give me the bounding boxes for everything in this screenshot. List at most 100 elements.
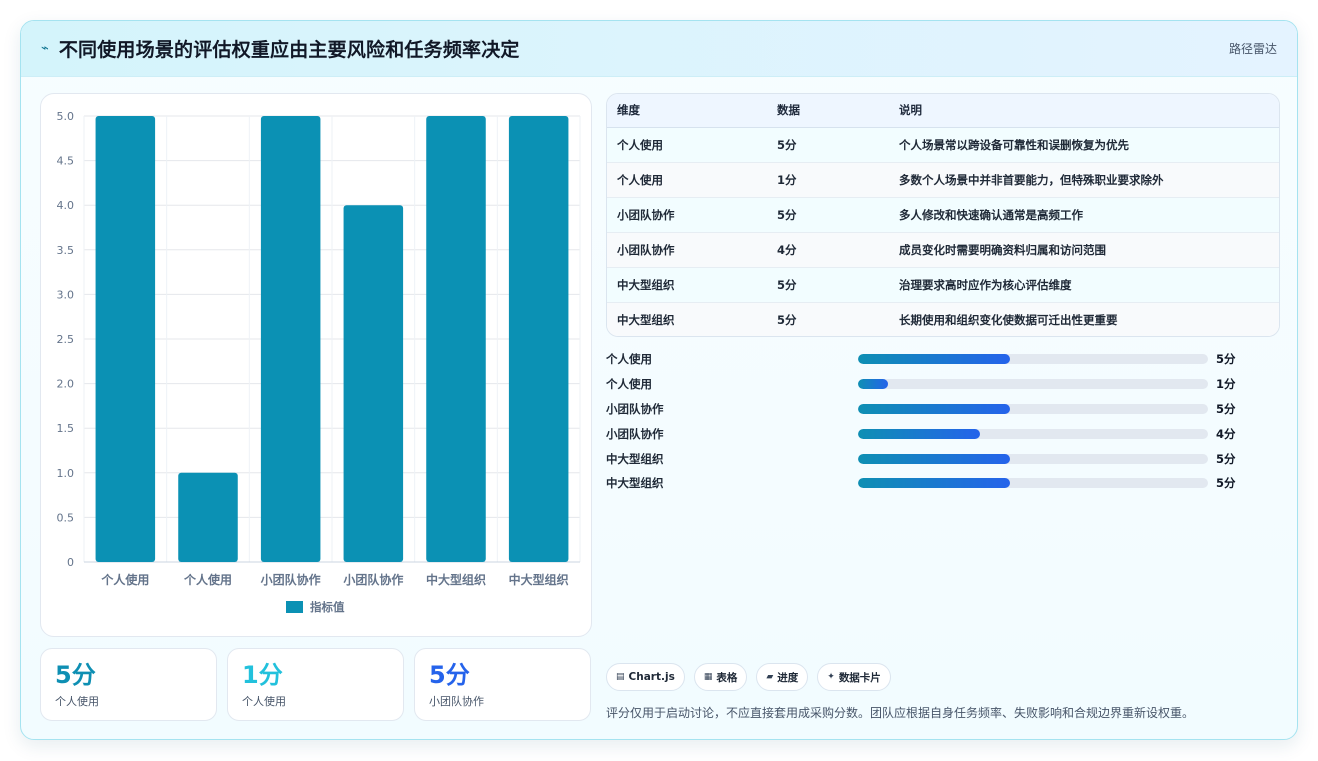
- x-tick-label: 小团队协作: [261, 572, 321, 587]
- table-cell: 4分: [767, 232, 889, 268]
- kpi-label: 小团队协作: [429, 695, 484, 708]
- chip-data-cards[interactable]: ✦ 数据卡片: [817, 663, 891, 691]
- table-cell: 多数个人场景中并非首要能力，但特殊职业要求除外: [889, 162, 1279, 198]
- header-tag: 路径雷达: [1228, 42, 1277, 56]
- y-tick-label: 0.5: [57, 511, 75, 524]
- y-tick-label: 2.0: [57, 378, 75, 391]
- legend-swatch: [286, 601, 303, 613]
- kpi-card: 5分 小团队协作: [414, 648, 591, 721]
- y-tick-label: 3.5: [57, 244, 75, 257]
- table-row: 小团队协作 4分 成员变化时需要明确资料归属和访问范围: [607, 232, 1279, 268]
- table-cell: 5分: [767, 197, 889, 233]
- progress-label: 个人使用: [606, 352, 652, 367]
- y-tick-label: 2.5: [57, 333, 75, 346]
- kpi-value: 5分: [429, 661, 470, 689]
- table-row: 个人使用 1分 多数个人场景中并非首要能力，但特殊职业要求除外: [607, 162, 1279, 198]
- y-tick-label: 1.5: [57, 422, 75, 435]
- footnote: 评分仅用于启动讨论，不应直接套用成采购分数。团队应根据自身任务频率、失败影响和合…: [606, 706, 1195, 720]
- progress-row: 个人使用 5分: [606, 347, 1280, 372]
- bar[interactable]: [260, 116, 321, 562]
- progress-list: 个人使用 5分 个人使用 1分 小团队协作 5分 小团队协作 4分 中大型组织 5分 中大型组织 5分: [606, 347, 1280, 496]
- table-header-data: 数据: [767, 94, 889, 128]
- progress-track: [858, 403, 1208, 414]
- progress-label: 个人使用: [606, 377, 652, 392]
- progress-score: 5分: [1216, 451, 1236, 466]
- table-cell: 5分: [767, 127, 889, 163]
- kpi-value: 1分: [242, 661, 283, 689]
- bar[interactable]: [508, 116, 569, 562]
- chip-progress[interactable]: ▰ 进度: [756, 663, 809, 691]
- chart-icon: ▤: [616, 672, 625, 682]
- table-cell: 个人场景常以跨设备可靠性和误删恢复为优先: [889, 127, 1279, 163]
- progress-label: 小团队协作: [606, 401, 664, 416]
- progress-track: [858, 453, 1208, 464]
- table-cell: 中大型组织: [607, 302, 767, 336]
- progress-score: 5分: [1216, 476, 1236, 491]
- main-card: ⌁ 不同使用场景的评估权重应由主要风险和任务频率决定 路径雷达 0 0.5 1.0 1…: [20, 20, 1298, 740]
- chip-chartjs[interactable]: ▤ Chart.js: [606, 663, 685, 691]
- progress-fill: [858, 478, 1011, 489]
- progress-row: 中大型组织 5分: [606, 471, 1280, 496]
- progress-score: 4分: [1216, 426, 1236, 441]
- sparkle-icon: ✦: [827, 672, 835, 682]
- progress-label: 中大型组织: [606, 476, 664, 491]
- table-cell: 多人修改和快速确认通常是高频工作: [889, 197, 1279, 233]
- chip-label: 数据卡片: [838, 671, 881, 684]
- y-tick-label: 1.0: [57, 467, 75, 480]
- table-cell: 中大型组织: [607, 267, 767, 303]
- table-header-dimension: 维度: [607, 94, 767, 128]
- legend-label: 指标值: [310, 600, 345, 614]
- y-tick-label: 3.0: [57, 288, 75, 301]
- x-tick-label: 个人使用: [100, 572, 149, 587]
- table-cell: 1分: [767, 162, 889, 198]
- chip-label: Chart.js: [628, 671, 675, 683]
- table-cell: 治理要求高时应作为核心评估维度: [889, 267, 1279, 303]
- table-cell: 小团队协作: [607, 197, 767, 233]
- table-cell: 成员变化时需要明确资料归属和访问范围: [889, 232, 1279, 268]
- bar[interactable]: [426, 116, 486, 562]
- table-row: 中大型组织 5分 长期使用和组织变化使数据可迁出性更重要: [607, 302, 1279, 336]
- table-cell: 个人使用: [607, 127, 767, 163]
- bar[interactable]: [178, 472, 238, 562]
- progress-track: [858, 379, 1208, 390]
- progress-label: 中大型组织: [606, 451, 664, 466]
- kpi-value: 5分: [55, 661, 96, 689]
- x-tick-label: 个人使用: [183, 572, 232, 587]
- chip-table[interactable]: ▦ 表格: [693, 663, 748, 691]
- bar[interactable]: [95, 116, 156, 562]
- kpi-card: 5分 个人使用: [40, 648, 217, 721]
- header-bar: ⌁ 不同使用场景的评估权重应由主要风险和任务频率决定 路径雷达: [21, 21, 1297, 77]
- progress-track: [858, 428, 1208, 439]
- bar-chart: 0 0.5 1.0 1.5 2.0 2.5 3.0 3.5 4.0 4.5 5.0 个人使用 个人使用 小…: [57, 110, 581, 614]
- table-header-description: 说明: [889, 94, 1279, 128]
- table-row: 小团队协作 5分 多人修改和快速确认通常是高频工作: [607, 197, 1279, 233]
- chip-label: 进度: [777, 671, 799, 684]
- table-cell: 5分: [767, 302, 889, 336]
- y-tick-label: 5.0: [57, 110, 75, 123]
- table-header-row: 维度 数据 说明: [607, 94, 1279, 128]
- progress-row: 中大型组织 5分: [606, 446, 1280, 471]
- progress-score: 5分: [1216, 352, 1236, 367]
- page-title: 不同使用场景的评估权重应由主要风险和任务频率决定: [58, 39, 520, 61]
- table-cell: 个人使用: [607, 162, 767, 198]
- y-tick-label: 0: [67, 556, 74, 569]
- x-tick-label: 中大型组织: [426, 572, 486, 587]
- kpi-label: 个人使用: [55, 695, 99, 708]
- bar[interactable]: [343, 205, 404, 562]
- x-tick-label: 小团队协作: [343, 572, 403, 587]
- data-table: 维度 数据 说明 个人使用 5分 个人场景常以跨设备可靠性和误删恢复为优先 个人…: [607, 94, 1279, 336]
- table-icon: ▦: [703, 672, 713, 682]
- progress-row: 小团队协作 4分: [606, 421, 1280, 446]
- progress-track: [858, 478, 1208, 489]
- table-row: 个人使用 5分 个人场景常以跨设备可靠性和误删恢复为优先: [607, 127, 1279, 163]
- y-tick-label: 4.0: [57, 199, 75, 212]
- table-cell: 5分: [767, 267, 889, 303]
- progress-fill: [858, 354, 1011, 365]
- bar-chart-panel: 0 0.5 1.0 1.5 2.0 2.5 3.0 3.5 4.0 4.5 5.0 个人使用 个人使用 小…: [40, 93, 592, 637]
- progress-row: 个人使用 1分: [606, 372, 1280, 397]
- table-cell: 小团队协作: [607, 232, 767, 268]
- y-tick-label: 4.5: [57, 155, 75, 168]
- progress-track: [858, 354, 1208, 365]
- kpi-label: 个人使用: [242, 695, 286, 708]
- progress-icon: ▰: [766, 672, 774, 682]
